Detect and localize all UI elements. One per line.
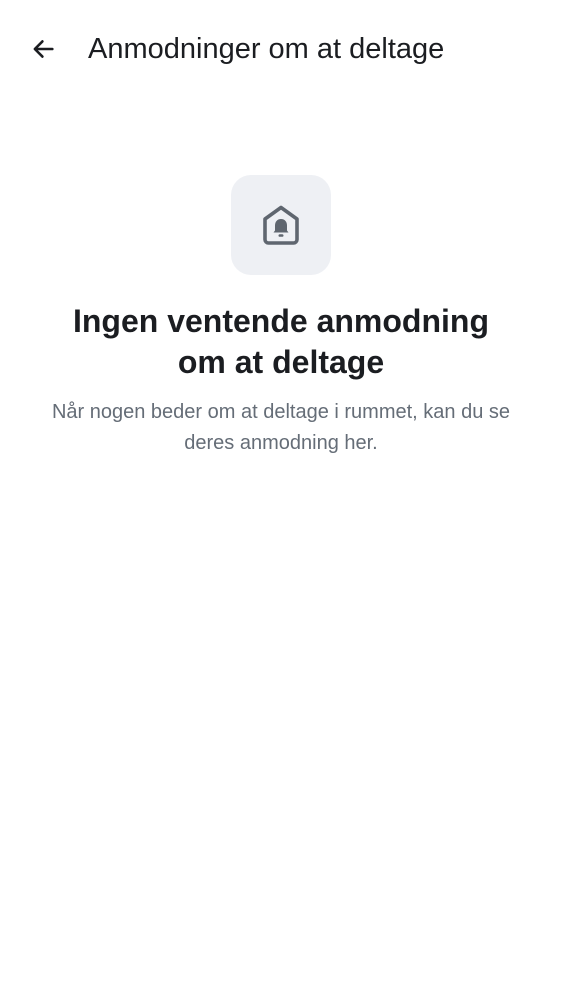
page-title: Anmodninger om at deltage bbox=[88, 33, 445, 65]
empty-state-description: Når nogen beder om at deltage i rummet, … bbox=[51, 401, 511, 454]
app-bar: Anmodninger om at deltage bbox=[0, 0, 562, 100]
home-bell-icon bbox=[263, 205, 299, 245]
empty-state-heading: Ingen ventende anmodning om at deltage bbox=[72, 303, 489, 380]
empty-state: Ingen ventende anmodning om at deltage N… bbox=[0, 175, 562, 459]
back-button[interactable] bbox=[22, 28, 64, 70]
empty-state-icon-tile bbox=[231, 175, 331, 275]
arrow-left-icon bbox=[33, 40, 54, 58]
